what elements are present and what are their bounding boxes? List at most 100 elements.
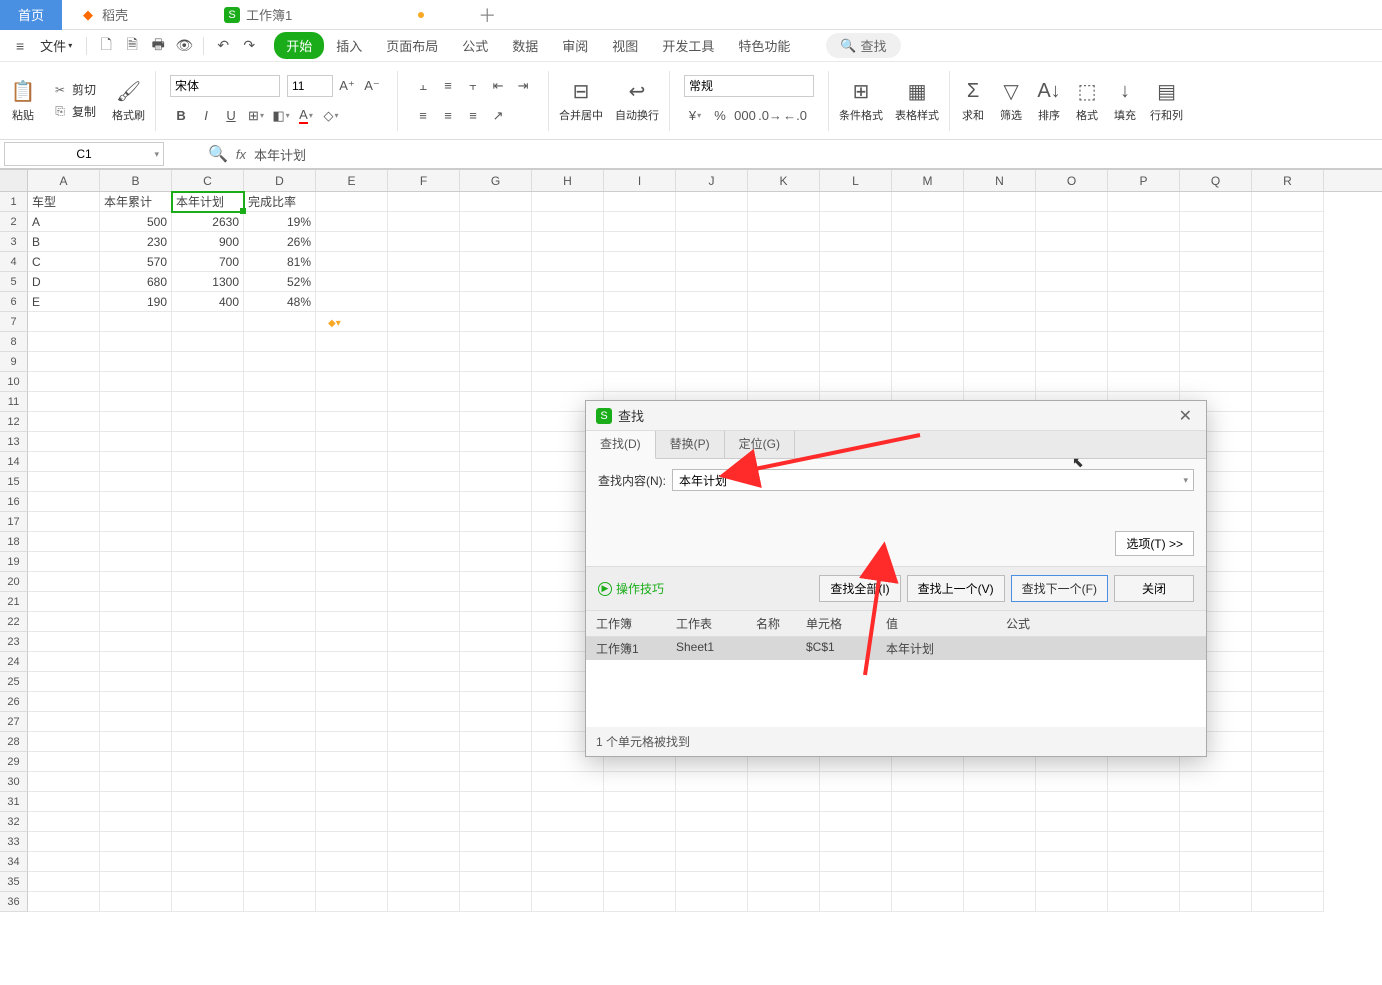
- cell[interactable]: [1036, 192, 1108, 212]
- cell[interactable]: [316, 312, 388, 332]
- cell[interactable]: [388, 352, 460, 372]
- cell[interactable]: [964, 892, 1036, 912]
- cell[interactable]: [460, 552, 532, 572]
- cell[interactable]: [532, 272, 604, 292]
- cell[interactable]: [1252, 452, 1324, 472]
- ribbon-tab-dev[interactable]: 开发工具: [650, 32, 726, 59]
- cell[interactable]: [28, 452, 100, 472]
- cell[interactable]: [604, 872, 676, 892]
- align-center-icon[interactable]: ≡: [437, 105, 459, 127]
- cell[interactable]: [460, 212, 532, 232]
- cell[interactable]: [244, 612, 316, 632]
- column-header[interactable]: N: [964, 170, 1036, 191]
- cell[interactable]: [388, 612, 460, 632]
- row-header[interactable]: 10: [0, 372, 28, 392]
- print-icon[interactable]: 🖶: [147, 35, 169, 57]
- cell[interactable]: [604, 332, 676, 352]
- cell[interactable]: [172, 892, 244, 912]
- cell[interactable]: [892, 792, 964, 812]
- row-header[interactable]: 35: [0, 872, 28, 892]
- cell[interactable]: [1252, 332, 1324, 352]
- search-fx-icon[interactable]: 🔍: [208, 144, 228, 164]
- currency-icon[interactable]: ¥▾: [684, 105, 706, 127]
- cell[interactable]: [172, 812, 244, 832]
- dec-decimal-icon[interactable]: ←.0: [784, 105, 806, 127]
- cell[interactable]: [316, 652, 388, 672]
- cell[interactable]: [460, 472, 532, 492]
- cell[interactable]: [100, 412, 172, 432]
- cell[interactable]: [244, 432, 316, 452]
- cell[interactable]: [316, 672, 388, 692]
- cell[interactable]: [1180, 252, 1252, 272]
- cell[interactable]: [532, 832, 604, 852]
- cell[interactable]: [964, 212, 1036, 232]
- cell[interactable]: [1252, 752, 1324, 772]
- cell[interactable]: 26%: [244, 232, 316, 252]
- undo-icon[interactable]: ↶: [212, 35, 234, 57]
- cell[interactable]: [1036, 292, 1108, 312]
- cell[interactable]: [1108, 232, 1180, 252]
- cell[interactable]: [820, 332, 892, 352]
- cell[interactable]: [460, 892, 532, 912]
- name-box[interactable]: C1 ▾: [4, 142, 164, 166]
- cell[interactable]: [1036, 832, 1108, 852]
- row-header[interactable]: 25: [0, 672, 28, 692]
- cell[interactable]: [820, 852, 892, 872]
- cell[interactable]: [820, 192, 892, 212]
- row-header[interactable]: 33: [0, 832, 28, 852]
- cell[interactable]: [316, 372, 388, 392]
- cell[interactable]: [1252, 592, 1324, 612]
- cell[interactable]: [172, 552, 244, 572]
- cell[interactable]: [28, 512, 100, 532]
- column-header[interactable]: C: [172, 170, 244, 191]
- cell[interactable]: [1252, 812, 1324, 832]
- cell[interactable]: [28, 472, 100, 492]
- ribbon-tab-data[interactable]: 数据: [500, 32, 550, 59]
- cell[interactable]: [1108, 292, 1180, 312]
- cell[interactable]: [316, 772, 388, 792]
- cell[interactable]: [964, 772, 1036, 792]
- cell[interactable]: [820, 772, 892, 792]
- cell[interactable]: [28, 672, 100, 692]
- row-header[interactable]: 4: [0, 252, 28, 272]
- cell[interactable]: [244, 852, 316, 872]
- cell[interactable]: [964, 232, 1036, 252]
- cell[interactable]: [748, 312, 820, 332]
- cell[interactable]: [820, 872, 892, 892]
- format-button[interactable]: ⬚ 格式: [1072, 79, 1102, 123]
- cell[interactable]: [388, 772, 460, 792]
- cell[interactable]: [1252, 212, 1324, 232]
- cell[interactable]: [892, 872, 964, 892]
- cell[interactable]: [28, 492, 100, 512]
- cell[interactable]: [100, 332, 172, 352]
- cell[interactable]: [316, 332, 388, 352]
- cell[interactable]: [28, 572, 100, 592]
- cell[interactable]: [820, 372, 892, 392]
- cell[interactable]: [316, 472, 388, 492]
- cell[interactable]: [1180, 352, 1252, 372]
- cell[interactable]: [460, 232, 532, 252]
- cell[interactable]: [964, 332, 1036, 352]
- cell[interactable]: [748, 292, 820, 312]
- cell[interactable]: [1036, 252, 1108, 272]
- cell[interactable]: [1180, 272, 1252, 292]
- cell[interactable]: [892, 812, 964, 832]
- orientation-icon[interactable]: ↗: [487, 105, 509, 127]
- cell[interactable]: [1108, 812, 1180, 832]
- cell[interactable]: [172, 852, 244, 872]
- cell[interactable]: [172, 652, 244, 672]
- cell[interactable]: [964, 872, 1036, 892]
- row-header[interactable]: 26: [0, 692, 28, 712]
- align-bottom-icon[interactable]: ⫟: [462, 75, 484, 97]
- row-header[interactable]: 23: [0, 632, 28, 652]
- cell[interactable]: [964, 352, 1036, 372]
- cell[interactable]: [388, 372, 460, 392]
- cell[interactable]: [316, 812, 388, 832]
- cell[interactable]: [388, 812, 460, 832]
- hamburger-icon[interactable]: ≡: [10, 38, 30, 54]
- cell[interactable]: [28, 812, 100, 832]
- cell[interactable]: [388, 272, 460, 292]
- cell[interactable]: [388, 632, 460, 652]
- indent-left-icon[interactable]: ⇤: [487, 75, 509, 97]
- cell[interactable]: [316, 512, 388, 532]
